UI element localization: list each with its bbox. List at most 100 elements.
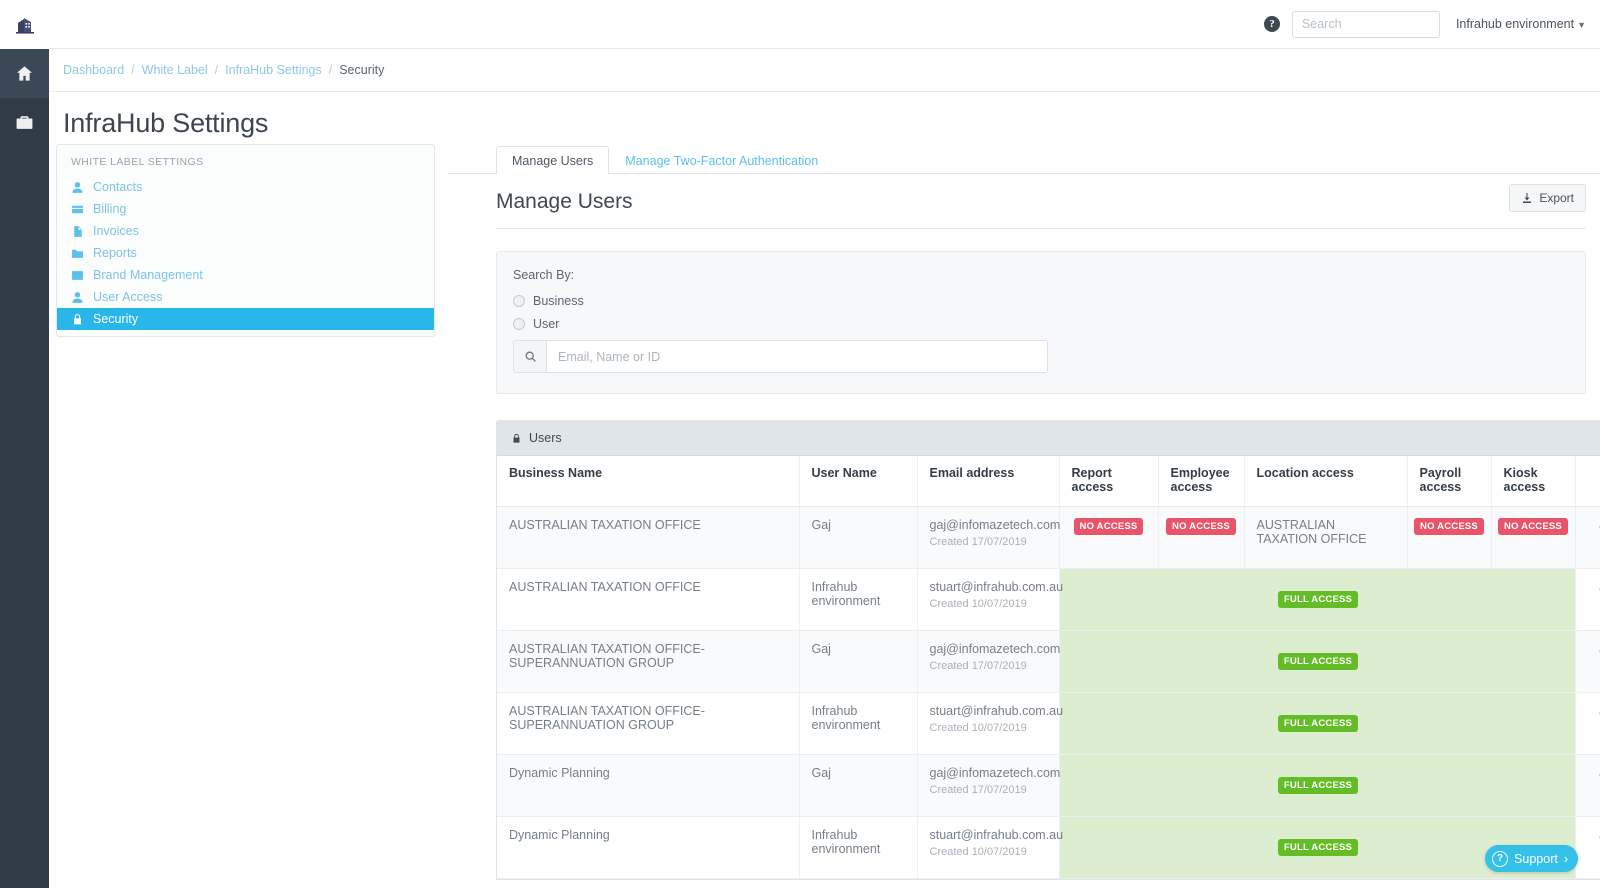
user-icon xyxy=(72,291,83,303)
breadcrumb-separator: / xyxy=(214,63,219,77)
edit-row-button[interactable] xyxy=(1588,579,1600,595)
cell-full-access: FULL ACCESS xyxy=(1059,692,1576,755)
table-header-row: Business Name User Name Email address Re… xyxy=(497,456,1600,507)
panel-title: Manage Users xyxy=(496,190,633,213)
edit-row-button[interactable] xyxy=(1588,827,1600,843)
sidebar-item-billing[interactable]: Billing xyxy=(57,198,434,220)
user-search-input[interactable] xyxy=(547,341,1047,372)
cell-payroll-access: NO ACCESS xyxy=(1407,506,1492,569)
edit-row-button[interactable] xyxy=(1588,765,1600,781)
edit-row-button[interactable] xyxy=(1588,703,1600,719)
left-rail xyxy=(0,0,49,888)
white-label-settings-panel: WHITE LABEL SETTINGS Contacts Billing In… xyxy=(56,144,435,337)
sidebar-item-contacts[interactable]: Contacts xyxy=(57,176,434,198)
breadcrumb-item-security: Security xyxy=(339,63,385,77)
cell-user-name: Gaj xyxy=(799,754,918,817)
page-title: InfraHub Settings xyxy=(63,108,269,138)
cell-created-date: Created 10/07/2019 xyxy=(929,722,1027,734)
search-icon xyxy=(525,351,536,362)
sidebar-item-user-access[interactable]: User Access xyxy=(57,286,434,308)
tab-manage-users[interactable]: Manage Users xyxy=(496,146,610,174)
tab-manage-two-factor-authentication[interactable]: Manage Two-Factor Authentication xyxy=(609,146,834,174)
sidebar-item-reports[interactable]: Reports xyxy=(57,242,434,264)
sidebar-item-invoices[interactable]: Invoices xyxy=(57,220,434,242)
status-badge: NO ACCESS xyxy=(1166,518,1236,535)
cell-email-address: gaj@infomazetech.com Created 17/07/2019 xyxy=(917,506,1060,569)
cell-created-date: Created 10/07/2019 xyxy=(929,598,1027,610)
rail-item-home[interactable] xyxy=(0,49,49,98)
page-body: InfraHub Settings WHITE LABEL SETTINGS C… xyxy=(49,92,1600,888)
export-button[interactable]: Export xyxy=(1509,184,1586,212)
help-circle-icon[interactable]: ? xyxy=(1263,16,1280,32)
column-actions xyxy=(1575,456,1600,507)
cell-user-name: Infrahub environment xyxy=(799,568,918,631)
credit-card-icon xyxy=(72,205,83,213)
cell-employee-access: NO ACCESS xyxy=(1158,506,1245,569)
cell-location-access: AUSTRALIAN TAXATION OFFICE xyxy=(1244,506,1408,569)
breadcrumb: Dashboard / White Label / InfraHub Setti… xyxy=(49,49,1600,92)
sidebar-item-label: User Access xyxy=(93,290,163,304)
chevron-right-icon: › xyxy=(1563,851,1568,866)
cell-row-actions xyxy=(1575,754,1600,817)
cell-row-actions xyxy=(1575,816,1600,879)
sidebar-item-label: Security xyxy=(93,312,139,326)
cell-business-name: AUSTRALIAN TAXATION OFFICE-SUPERANNUATIO… xyxy=(497,630,800,693)
rail-item-business[interactable] xyxy=(0,98,49,147)
search-by-label: Search By: xyxy=(513,268,575,282)
status-badge: FULL ACCESS xyxy=(1277,715,1359,732)
tab-bar: Manage Users Manage Two-Factor Authentic… xyxy=(448,144,1600,174)
breadcrumb-item-white-label[interactable]: White Label xyxy=(142,63,208,77)
delete-row-button[interactable] xyxy=(1588,537,1600,553)
column-kiosk-access: Kiosk access xyxy=(1491,456,1576,507)
cell-email-address: stuart@infrahub.com.au Created 10/07/2019 xyxy=(917,692,1063,755)
delete-row-button[interactable] xyxy=(1588,785,1600,801)
breadcrumb-item-infrahub-settings[interactable]: InfraHub Settings xyxy=(225,63,322,77)
users-card-title: Users xyxy=(529,431,562,445)
lock-icon xyxy=(513,433,520,443)
cell-full-access: FULL ACCESS xyxy=(1059,630,1576,693)
radio-business[interactable]: Business xyxy=(513,294,1585,308)
radio-user-label: User xyxy=(533,317,560,331)
column-business-name: Business Name xyxy=(497,456,800,507)
sidebar-item-security[interactable]: Security xyxy=(57,308,434,330)
sidebar-item-label: Contacts xyxy=(93,180,143,194)
cell-row-actions xyxy=(1575,506,1600,569)
edit-row-button[interactable] xyxy=(1588,517,1600,533)
edit-row-button[interactable] xyxy=(1588,641,1600,657)
sidebar-item-brand-management[interactable]: Brand Management xyxy=(57,264,434,286)
question-circle-icon: ? xyxy=(1492,850,1509,867)
search-submit-button[interactable] xyxy=(514,341,547,372)
cell-email-address: gaj@infomazetech.com Created 17/07/2019 xyxy=(917,630,1060,693)
delete-row-button[interactable] xyxy=(1588,847,1600,863)
cell-business-name: AUSTRALIAN TAXATION OFFICE xyxy=(497,506,800,569)
column-payroll-access: Payroll access xyxy=(1407,456,1492,507)
folder-icon xyxy=(72,249,83,258)
column-employee-access: Employee access xyxy=(1158,456,1245,507)
app-logo[interactable] xyxy=(0,0,49,49)
cell-user-name: Infrahub environment xyxy=(799,692,918,755)
cell-report-access: NO ACCESS xyxy=(1059,506,1159,569)
cell-business-name: AUSTRALIAN TAXATION OFFICE xyxy=(497,568,800,631)
cell-user-name: Gaj xyxy=(799,630,918,693)
table-row: AUSTRALIAN TAXATION OFFICE-SUPERANNUATIO… xyxy=(497,630,1600,693)
cell-created-date: Created 10/07/2019 xyxy=(929,846,1027,858)
search-input[interactable] xyxy=(1291,10,1440,38)
radio-user[interactable]: User xyxy=(513,317,1585,331)
delete-row-button[interactable] xyxy=(1588,661,1600,677)
status-badge: NO ACCESS xyxy=(1498,518,1568,535)
status-badge: NO ACCESS xyxy=(1073,518,1144,535)
environment-selector[interactable]: Infrahub environment ▼ xyxy=(1456,17,1586,31)
cell-row-actions xyxy=(1575,692,1600,755)
chevron-down-icon: ▼ xyxy=(1577,20,1586,30)
sidebar-item-label: Billing xyxy=(93,202,127,216)
support-button[interactable]: ? Support › xyxy=(1485,845,1578,872)
table-row: AUSTRALIAN TAXATION OFFICE Infrahub envir… xyxy=(497,568,1600,631)
download-icon xyxy=(1523,193,1532,203)
cell-row-actions xyxy=(1575,630,1600,693)
table-row: Dynamic Planning Infrahub environment stua… xyxy=(497,816,1600,879)
delete-row-button[interactable] xyxy=(1588,723,1600,739)
cell-business-name: Dynamic Planning xyxy=(497,816,800,879)
breadcrumb-item-dashboard[interactable]: Dashboard xyxy=(63,63,124,77)
delete-row-button[interactable] xyxy=(1588,599,1600,615)
radio-button-icon xyxy=(513,318,525,330)
